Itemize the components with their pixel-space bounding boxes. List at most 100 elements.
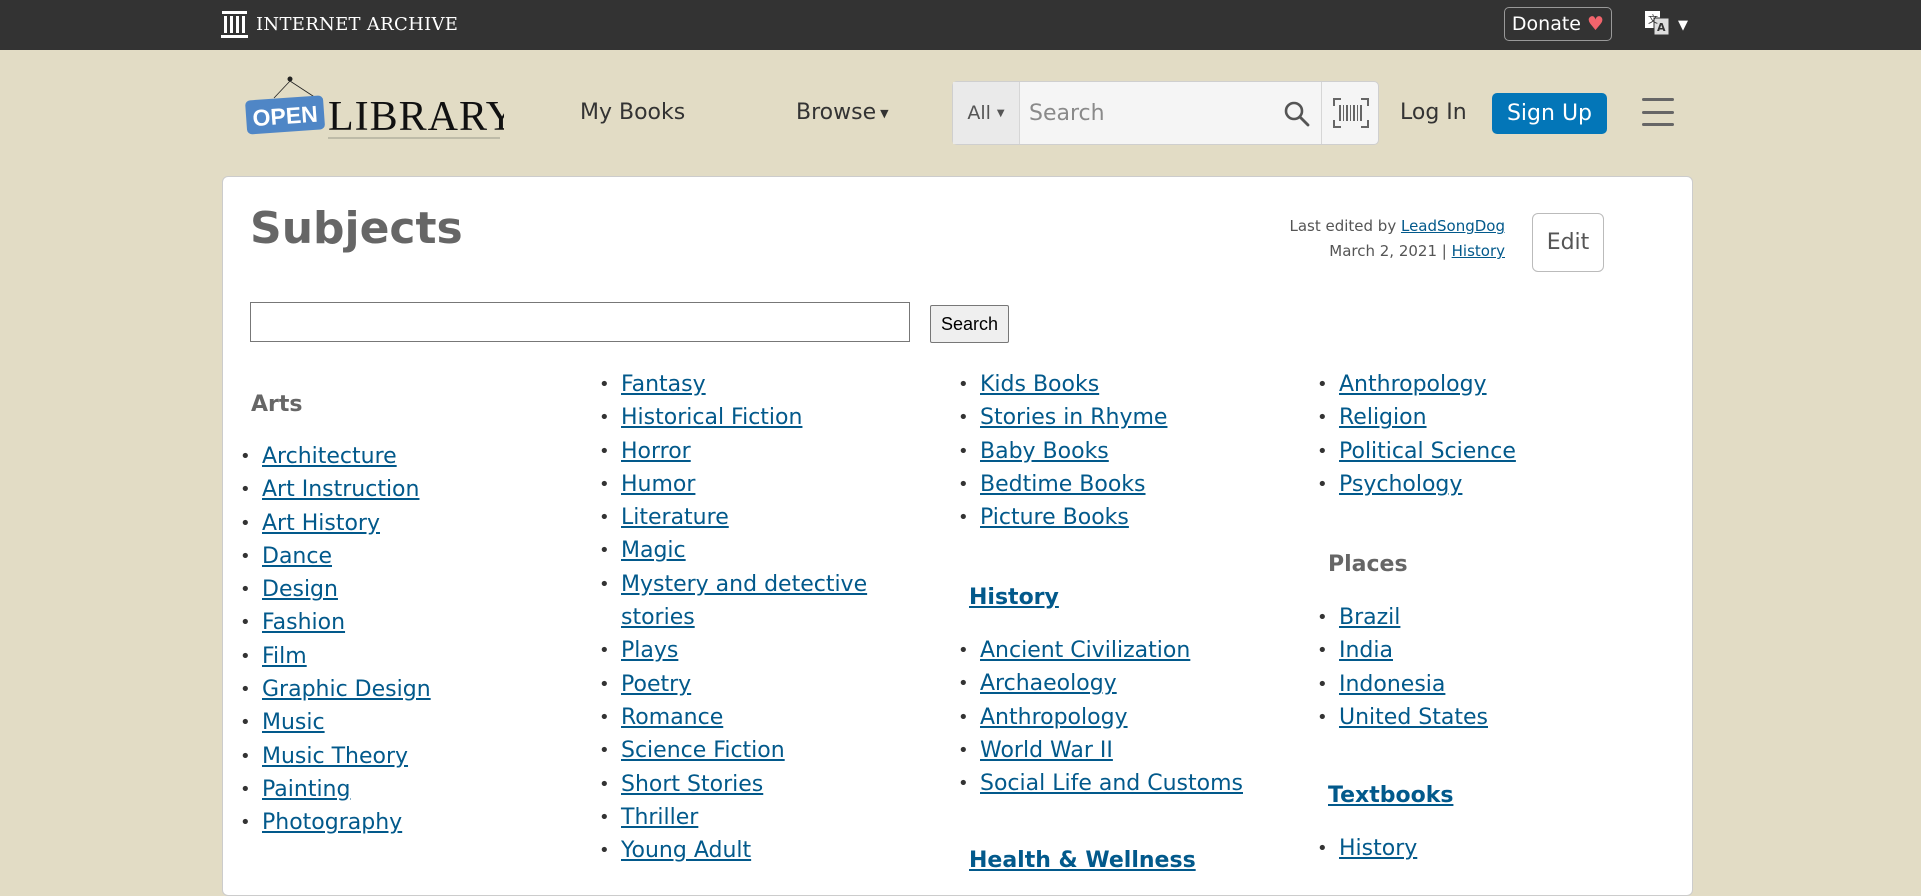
list-item: History [1317,832,1417,866]
logo-library-text: LIBRARY [328,94,504,140]
heading-textbooks-link[interactable]: Textbooks [1328,783,1453,808]
list-item: Architecture [240,440,431,474]
subject-link[interactable]: Indonesia [1339,672,1445,697]
subject-link[interactable]: Mystery and detective stories [621,572,867,630]
list-item: Graphic Design [240,673,431,707]
subject-link[interactable]: Brazil [1339,605,1400,630]
subject-link[interactable]: Humor [621,472,695,497]
subject-link[interactable]: Kids Books [980,372,1099,397]
donate-label: Donate [1511,13,1582,35]
translate-icon: 文 A [1644,10,1670,40]
language-selector[interactable]: 文 A ▼ [1644,11,1688,39]
caret-down-icon: ▼ [880,106,889,120]
subject-link[interactable]: Literature [621,505,729,530]
subject-link[interactable]: Horror [621,439,691,464]
subject-link[interactable]: World War II [980,738,1113,763]
subject-link[interactable]: Magic [621,538,686,563]
subject-link[interactable]: Graphic Design [262,677,431,702]
list-item: Historical Fiction [599,401,867,435]
subject-link[interactable]: Music Theory [262,744,408,769]
list-item: Psychology [1317,468,1516,502]
subject-link[interactable]: Painting [262,777,350,802]
subject-link-line: Mystery and detective [621,571,868,597]
list-item: Magic [599,534,867,568]
textbooks-list: History [1317,832,1417,866]
search-icon[interactable] [1283,100,1310,131]
subject-link[interactable]: United States [1339,705,1488,730]
last-edited-user-link[interactable]: LeadSongDog [1401,217,1505,235]
open-library-logo[interactable]: OPEN LIBRARY [244,72,516,144]
list-item: Religion [1317,401,1516,435]
barcode-scanner-icon[interactable] [1321,82,1379,144]
nav-my-books[interactable]: My Books [580,100,685,125]
subject-link[interactable]: Baby Books [980,439,1109,464]
subject-link[interactable]: Poetry [621,672,691,697]
subject-link[interactable]: Young Adult [621,838,751,863]
places-list: Brazil India Indonesia United States [1317,601,1488,734]
subject-link[interactable]: Ancient Civilization [980,638,1190,663]
subject-link[interactable]: Design [262,577,338,602]
signup-button[interactable]: Sign Up [1492,93,1607,134]
internet-archive-logo[interactable]: INTERNET ARCHIVE [221,9,458,39]
subject-link[interactable]: Plays [621,638,678,663]
heading-arts: Arts [251,392,303,417]
edit-button[interactable]: Edit [1532,213,1604,272]
list-item: Art Instruction [240,473,431,507]
subject-link[interactable]: Anthropology [980,705,1128,730]
list-item: Art History [240,507,431,541]
subject-link[interactable]: Archaeology [980,671,1117,696]
subject-link[interactable]: Psychology [1339,472,1462,497]
list-item: Photography [240,806,431,840]
ia-top-bar: INTERNET ARCHIVE Donate ♥ 文 A ▼ [0,0,1921,50]
nav-browse[interactable]: Browse ▼ [796,100,889,125]
history-link[interactable]: History [1452,242,1505,260]
subject-link[interactable]: Film [262,644,307,669]
search-scope-select[interactable]: All ▼ [953,82,1020,144]
list-item: Anthropology [1317,368,1516,402]
subject-link[interactable]: Short Stories [621,772,763,797]
list-item: Stories in Rhyme [958,401,1168,435]
list-item: Baby Books [958,435,1167,469]
subject-link[interactable]: Thriller [621,805,698,830]
search-input[interactable] [1029,82,1249,144]
subject-link[interactable]: Dance [262,544,332,569]
separator: | [1441,242,1447,260]
subject-link[interactable]: Art Instruction [262,477,419,502]
subject-link-line: stories [621,605,695,631]
heading-history-link[interactable]: History [969,585,1059,610]
list-item: World War II [958,734,1243,768]
subject-link[interactable]: Science Fiction [621,738,785,763]
donate-button[interactable]: Donate ♥ [1504,7,1612,41]
list-item: Anthropology [958,701,1243,735]
list-item: Kids Books [958,368,1167,402]
subject-search-input[interactable] [250,302,910,342]
subject-link[interactable]: Architecture [262,444,397,469]
subject-search-button[interactable]: Search [930,305,1009,343]
hamburger-menu-icon[interactable] [1642,98,1674,126]
subject-link[interactable]: Anthropology [1339,372,1487,397]
subject-link[interactable]: Picture Books [980,505,1129,530]
subject-link[interactable]: Fantasy [621,372,706,397]
subject-link[interactable]: Social Life and Customs [980,771,1243,796]
list-item: Design [240,573,431,607]
list-item: Social Life and Customs [958,767,1243,801]
subject-link[interactable]: Fashion [262,610,345,635]
subject-link[interactable]: Stories in Rhyme [980,405,1167,430]
subject-link[interactable]: Bedtime Books [980,472,1146,497]
subject-link[interactable]: Political Science [1339,439,1516,464]
list-item: Poetry [599,668,867,702]
logo-open-text: OPEN [252,101,319,131]
subject-link[interactable]: History [1339,836,1417,861]
heading-health-link[interactable]: Health & Wellness [969,848,1196,873]
subject-link[interactable]: India [1339,638,1393,663]
login-link[interactable]: Log In [1400,100,1467,125]
subject-link[interactable]: Historical Fiction [621,405,802,430]
subject-link[interactable]: Music [262,710,325,735]
subject-link[interactable]: Religion [1339,405,1427,430]
last-edited-prefix: Last edited by [1289,217,1397,235]
subject-link[interactable]: Romance [621,705,723,730]
subject-link[interactable]: Art History [262,511,380,536]
list-item: Bedtime Books [958,468,1167,502]
fiction-list: Fantasy Historical Fiction Horror Humor … [599,368,867,868]
subject-link[interactable]: Photography [262,810,402,835]
